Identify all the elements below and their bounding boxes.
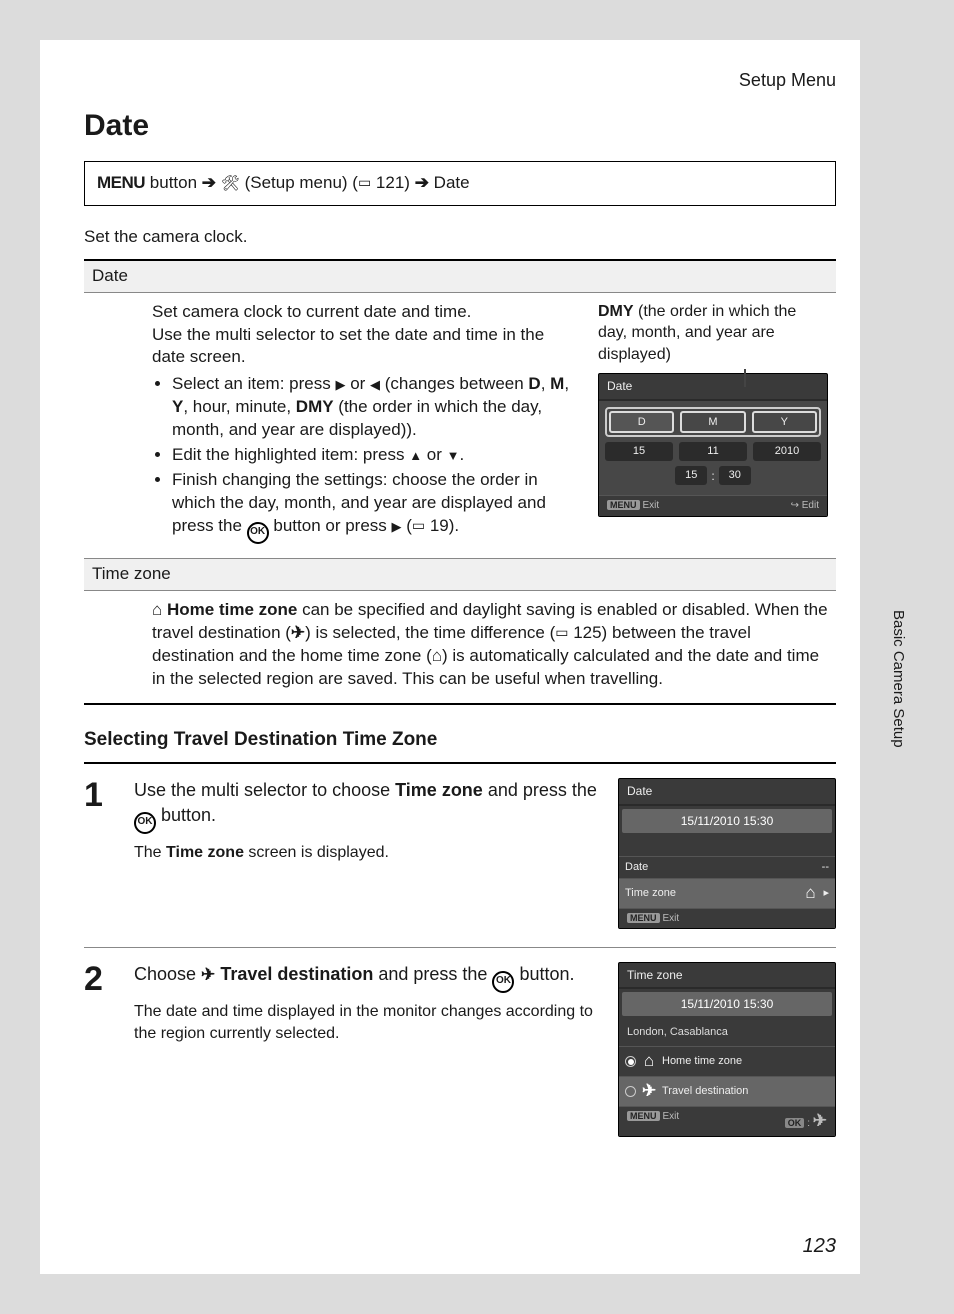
book-icon (555, 623, 568, 642)
menu-label: MENU (97, 173, 145, 192)
lcd-timezone-text: London, Casablanca (619, 1019, 835, 1046)
menu-tag: MENU (607, 500, 640, 510)
lcd-day-value: 15 (605, 442, 673, 461)
edit-icon: ↪ (791, 500, 799, 511)
menu-tag: MENU (627, 1111, 660, 1121)
triangle-up-icon (409, 445, 422, 464)
text: Use the multi selector to set the date a… (152, 324, 580, 370)
radio-off-icon (625, 1086, 636, 1097)
radio-on-icon (625, 1056, 636, 1067)
lcd-month-value: 11 (679, 442, 747, 461)
plane-icon (813, 1118, 827, 1129)
plane-icon (201, 964, 215, 984)
section-title: Date (84, 106, 836, 147)
chevron-right-icon: ▸ (823, 886, 829, 901)
table-row-body-date: Set camera clock to current date and tim… (84, 293, 836, 558)
step-number: 1 (84, 778, 118, 929)
text: (Setup menu) (245, 173, 348, 192)
lcd-exit-label: Exit (643, 500, 660, 511)
step-2: 2 Choose Travel destination and press th… (84, 948, 836, 1155)
lcd-timezone-menu: Time zone 15/11/2010 15:30 London, Casab… (618, 962, 836, 1137)
page-header: Setup Menu (84, 68, 836, 92)
page-ref: 121) (376, 173, 410, 192)
text: Date (434, 173, 470, 192)
lcd-colon: : (711, 468, 714, 484)
steps: 1 Use the multi selector to choose Time … (84, 762, 836, 1155)
list-item: Edit the highlighted item: press or . (172, 444, 580, 467)
side-tab-label: Basic Camera Setup (888, 610, 908, 748)
list-item: Select an item: press or (changes betwee… (172, 373, 580, 442)
lcd-year-value: 2010 (753, 442, 821, 461)
intro-text: Set the camera clock. (84, 226, 836, 249)
ok-tag: OK (785, 1118, 805, 1128)
page-number: 123 (803, 1233, 836, 1260)
triangle-left-icon (370, 374, 380, 393)
page: Basic Camera Setup Setup Menu Date MENU … (0, 0, 954, 1314)
step-body-text: The date and time displayed in the monit… (134, 1001, 602, 1044)
menu-tag: MENU (627, 913, 660, 923)
lcd-field-D: D (609, 411, 674, 434)
table-row-body-timezone: Home time zone can be specified and dayl… (84, 591, 836, 705)
triangle-down-icon (447, 445, 460, 464)
ok-icon: OK (134, 812, 156, 834)
lcd-option-date: Date -- (619, 856, 835, 878)
triangle-right-icon (392, 516, 402, 535)
ok-icon: OK (247, 522, 269, 544)
lcd-hour-value: 15 (675, 466, 707, 485)
arrow-right-icon (415, 173, 429, 192)
plane-icon (642, 1080, 656, 1103)
lcd-datetime: 15/11/2010 15:30 (622, 809, 832, 833)
table-row-header-timezone: Time zone (84, 558, 836, 591)
lcd-title: Date (599, 374, 827, 400)
lcd-date-menu: Date 15/11/2010 15:30 Date -- Time zone … (618, 778, 836, 929)
plane-icon (291, 623, 305, 642)
step-number: 2 (84, 962, 118, 1137)
lcd-field-M: M (680, 411, 745, 434)
date-lcd-column: DMY (the order in which the day, month, … (598, 301, 828, 546)
dmy-caption: DMY (the order in which the day, month, … (598, 301, 828, 366)
list-item: Finish changing the settings: choose the… (172, 469, 580, 544)
lcd-option-home-tz: Home time zone (619, 1046, 835, 1076)
subsection-title: Selecting Travel Destination Time Zone (84, 727, 836, 753)
wrench-icon (221, 173, 240, 192)
book-icon (358, 173, 371, 192)
lcd-datetime: 15/11/2010 15:30 (622, 992, 832, 1016)
content-area: Setup Menu Date MENU button (Setup menu)… (40, 40, 860, 1274)
lcd-exit-label: Exit (663, 1111, 680, 1122)
lcd-option-value: -- (822, 860, 829, 875)
side-tab-block (862, 790, 914, 862)
breadcrumb-box: MENU button (Setup menu) ( 121) Date (84, 161, 836, 206)
ok-icon: OK (492, 971, 514, 993)
home-icon (152, 600, 162, 619)
lcd-minute-value: 30 (719, 466, 751, 485)
lcd-option-timezone: Time zone ▸ (619, 878, 835, 908)
triangle-right-icon (335, 374, 345, 393)
table-row-header-date: Date (84, 259, 836, 293)
home-icon (432, 646, 442, 665)
step-1: 1 Use the multi selector to choose Time … (84, 764, 836, 948)
lcd-field-Y: Y (752, 411, 817, 434)
lcd-edit-label: Edit (802, 500, 819, 511)
text: Set camera clock to current date and tim… (152, 301, 580, 324)
text: button (150, 173, 197, 192)
lcd-title: Time zone (619, 963, 835, 989)
home-icon (642, 1050, 656, 1073)
home-icon (803, 882, 817, 905)
lcd-option-travel-dest: Travel destination (619, 1076, 835, 1106)
lcd-exit-label: Exit (663, 913, 680, 924)
arrow-right-icon (202, 173, 216, 192)
book-icon (412, 516, 425, 535)
lcd-title: Date (619, 779, 835, 805)
lcd-date-screen: Date D M Y 15 11 2010 (598, 373, 828, 516)
